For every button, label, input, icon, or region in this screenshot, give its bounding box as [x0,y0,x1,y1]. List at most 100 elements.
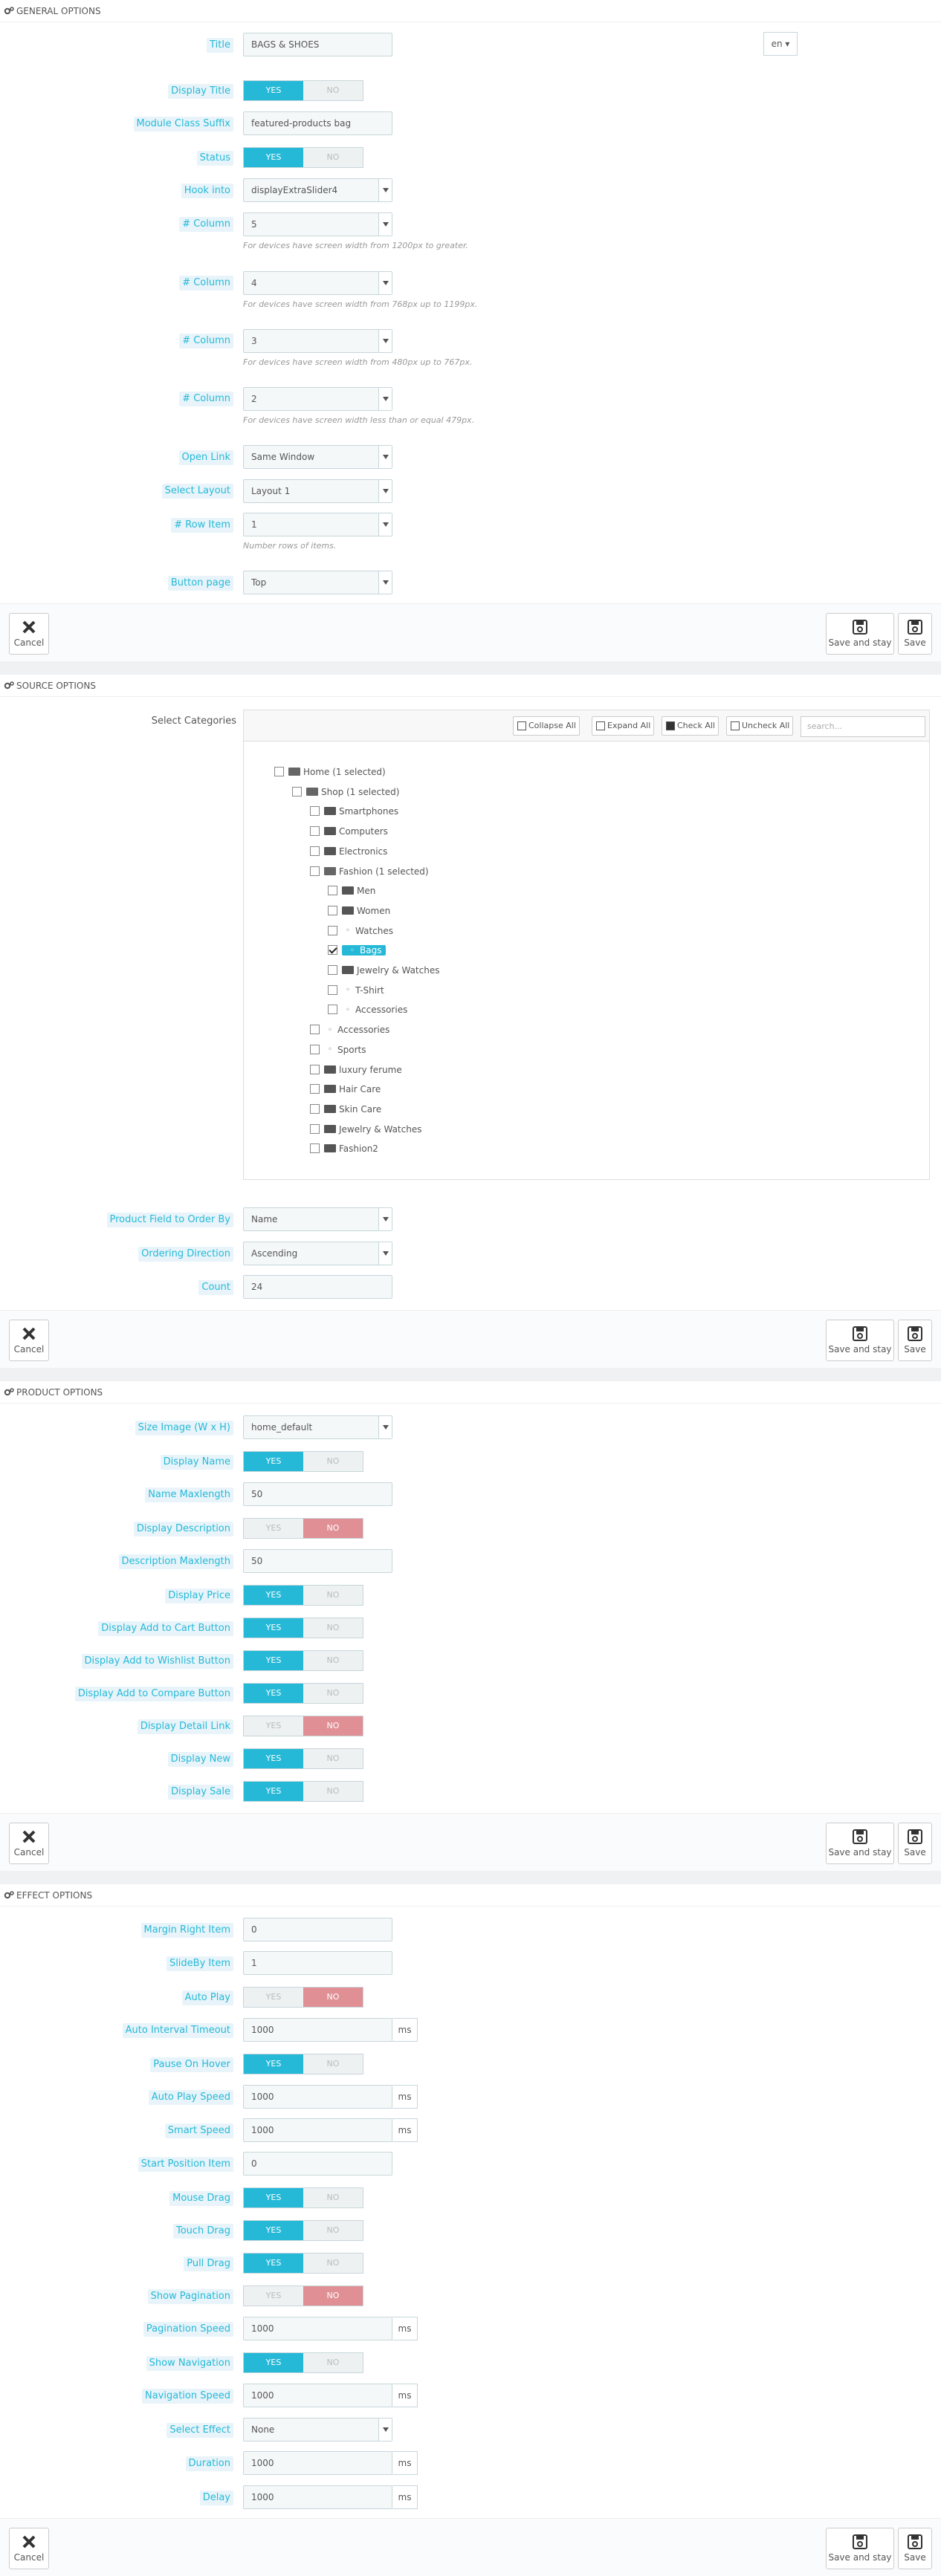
column-lg-select[interactable]: 5 [243,212,392,236]
tree-node[interactable]: ◦ Accessories [328,1002,407,1017]
column-xs-select[interactable]: 2 [243,387,392,411]
toggle-yes[interactable]: YES [244,2221,303,2240]
tree-node[interactable]: ◦ Watches [328,924,393,938]
checkbox[interactable] [310,1143,320,1154]
checkbox[interactable] [310,1103,320,1114]
checkbox[interactable] [310,1084,320,1094]
tree-node-content[interactable]: Men [342,886,375,896]
toggle-no[interactable]: NO [303,2254,363,2273]
tree-node-content[interactable]: Hair Care [324,1084,381,1094]
margin-right-input[interactable]: 0 [243,1918,392,1941]
tree-node-content[interactable]: Electronics [324,846,387,857]
smart-speed-input[interactable]: 1000 [243,2118,392,2142]
toggle-yes[interactable]: YES [244,2254,303,2273]
display-sale-toggle[interactable]: YES NO [243,1781,363,1802]
count-input[interactable]: 24 [243,1275,392,1299]
check-all-button[interactable]: Check All [662,716,719,736]
cancel-button[interactable]: Cancel [9,2528,49,2569]
expand-all-button[interactable]: Expand All [592,716,655,736]
checkbox[interactable] [310,1123,320,1134]
toggle-yes[interactable]: YES [244,2353,303,2372]
toggle-yes[interactable]: YES [244,1618,303,1638]
order-direction-select[interactable]: Ascending [243,1242,392,1265]
autoplay-speed-input[interactable]: 1000 [243,2085,392,2109]
size-image-select[interactable]: home_default [243,1415,392,1439]
toggle-no[interactable]: NO [303,1716,363,1736]
checkbox[interactable] [328,965,337,975]
uncheck-all-button[interactable]: Uncheck All [726,716,794,736]
tree-node-content[interactable]: ◦ Bags [342,945,387,956]
tree-node[interactable]: ◦ Sports [310,1042,366,1057]
toggle-yes[interactable]: YES [244,1988,303,2007]
checkbox[interactable] [328,925,337,935]
toggle-yes[interactable]: YES [244,1452,303,1471]
toggle-no[interactable]: NO [303,1452,363,1471]
save-button[interactable]: Save [898,613,932,655]
module-class-input[interactable]: featured-products bag [243,111,392,135]
toggle-no[interactable]: NO [303,1651,363,1670]
save-and-stay-button[interactable]: Save and stay [826,1320,894,1361]
tree-node[interactable]: Jewelry & Watches [328,963,439,978]
tree-node-content[interactable]: Jewelry & Watches [324,1124,421,1135]
start-position-input[interactable]: 0 [243,2152,392,2176]
tree-node-content[interactable]: Fashion2 [324,1143,378,1154]
toggle-no[interactable]: NO [303,1988,363,2007]
add-to-wishlist-toggle[interactable]: YES NO [243,1650,363,1671]
toggle-yes[interactable]: YES [244,1716,303,1736]
display-title-toggle[interactable]: YES NO [243,80,363,101]
toggle-no[interactable]: NO [303,81,363,100]
toggle-no[interactable]: NO [303,1519,363,1538]
toggle-yes[interactable]: YES [244,2286,303,2306]
save-and-stay-button[interactable]: Save and stay [826,2528,894,2569]
toggle-yes[interactable]: YES [244,1519,303,1538]
detail-link-toggle[interactable]: YES NO [243,1716,363,1736]
column-sm-select[interactable]: 3 [243,329,392,353]
save-button[interactable]: Save [898,1823,932,1864]
display-price-toggle[interactable]: YES NO [243,1585,363,1606]
navigation-speed-input[interactable]: 1000 [243,2384,392,2407]
tree-node[interactable]: Home (1 selected) [274,765,386,779]
tree-node-content[interactable]: Skin Care [324,1104,381,1115]
tree-node-content[interactable]: ◦ Accessories [324,1025,389,1035]
tree-node[interactable]: Women [328,903,390,918]
save-and-stay-button[interactable]: Save and stay [826,613,894,655]
add-to-cart-toggle[interactable]: YES NO [243,1618,363,1638]
save-and-stay-button[interactable]: Save and stay [826,1823,894,1864]
toggle-yes[interactable]: YES [244,1651,303,1670]
show-pagination-toggle[interactable]: YES NO [243,2285,363,2306]
tree-node[interactable]: ◦ T-Shirt [328,983,384,998]
mouse-drag-toggle[interactable]: YES NO [243,2187,363,2208]
tree-node-content[interactable]: ◦ T-Shirt [342,985,384,996]
toggle-no[interactable]: NO [303,1586,363,1605]
tree-node[interactable]: Fashion (1 selected) [310,864,429,879]
pause-hover-toggle[interactable]: YES NO [243,2054,363,2074]
select-effect-select[interactable]: None [243,2418,392,2442]
toggle-no[interactable]: NO [303,148,363,167]
autoplay-toggle[interactable]: YES NO [243,1987,363,2008]
auto-interval-input[interactable]: 1000 [243,2018,392,2042]
tree-node[interactable]: Men [328,883,375,898]
save-button[interactable]: Save [898,2528,932,2569]
cancel-button[interactable]: Cancel [9,1823,49,1864]
tree-node-content[interactable]: ◦ Sports [324,1045,366,1055]
touch-drag-toggle[interactable]: YES NO [243,2220,363,2241]
category-search-input[interactable]: search... [801,716,925,737]
tree-node[interactable]: Jewelry & Watches [310,1122,421,1137]
row-item-select[interactable]: 1 [243,513,392,536]
toggle-no[interactable]: NO [303,2188,363,2207]
checkbox[interactable] [328,905,337,915]
tree-node[interactable]: Hair Care [310,1082,381,1097]
order-by-select[interactable]: Name [243,1207,392,1231]
show-navigation-toggle[interactable]: YES NO [243,2352,363,2373]
tree-node[interactable]: ◦ Bags [328,943,387,958]
tree-node-content[interactable]: Smartphones [324,806,398,817]
tree-node[interactable]: Skin Care [310,1102,381,1117]
display-new-toggle[interactable]: YES NO [243,1748,363,1769]
checkbox-checked[interactable] [328,945,337,956]
toggle-yes[interactable]: YES [244,1782,303,1801]
checkbox[interactable] [292,786,302,797]
language-dropdown[interactable]: en ▾ [763,32,798,56]
toggle-no[interactable]: NO [303,2286,363,2306]
display-name-toggle[interactable]: YES NO [243,1451,363,1472]
checkbox[interactable] [310,846,320,856]
